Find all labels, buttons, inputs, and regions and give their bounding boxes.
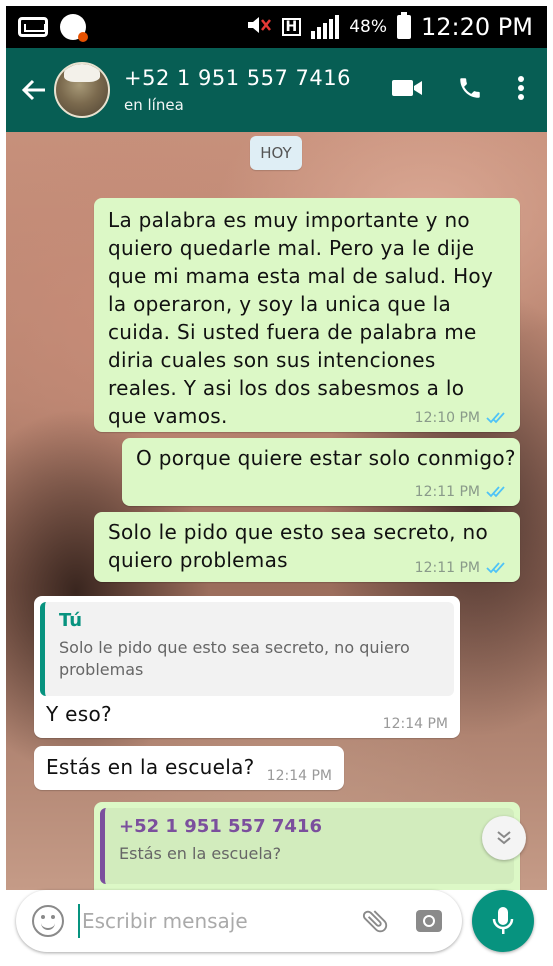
contact-status: en línea	[124, 96, 184, 114]
battery-percent: 48%	[349, 17, 388, 37]
message-text: O porque quiere estar solo conmigo?	[136, 446, 516, 470]
quote-text: Solo le pido que esto sea secreto, no qu…	[59, 638, 410, 679]
message-meta: 12:14 PM	[267, 768, 332, 784]
network-type: H	[281, 18, 302, 36]
quoted-message[interactable]: Tú Solo le pido que esto sea secreto, no…	[40, 602, 454, 696]
message-bubble-outgoing[interactable]: Solo le pido que esto sea secreto, no qu…	[94, 512, 520, 582]
signal-icon	[311, 15, 340, 39]
header-actions	[391, 75, 525, 105]
message-bubble-outgoing[interactable]: +52 1 951 557 7416 Estás en la escuela?	[94, 802, 520, 890]
video-call-icon[interactable]	[391, 78, 423, 102]
quote-author: +52 1 951 557 7416	[119, 816, 322, 837]
message-input-bar	[16, 890, 462, 952]
scroll-down-button[interactable]	[482, 816, 526, 860]
clock: 12:20 PM	[421, 13, 533, 41]
more-icon[interactable]	[517, 75, 525, 105]
mic-button[interactable]	[472, 890, 534, 952]
message-input[interactable]	[78, 904, 360, 938]
mute-icon	[246, 14, 272, 41]
message-time: 12:14 PM	[382, 716, 448, 732]
message-meta: 12:10 PM	[415, 410, 508, 426]
mic-icon	[492, 907, 514, 934]
read-ticks-icon	[486, 562, 505, 574]
quote-text: Estás en la escuela?	[119, 844, 282, 863]
read-ticks-icon	[486, 486, 505, 498]
contact-name: +52 1 951 557 7416	[124, 66, 351, 90]
message-text: Estás en la escuela?	[46, 755, 255, 779]
message-bubble-incoming[interactable]: Tú Solo le pido que esto sea secreto, no…	[34, 596, 460, 738]
status-right: H 48% 12:20 PM	[246, 12, 533, 41]
back-arrow-icon[interactable]	[14, 48, 54, 132]
message-time: 12:14 PM	[266, 768, 332, 784]
camera-icon[interactable]	[414, 906, 444, 936]
message-meta: 12:11 PM	[415, 560, 508, 576]
message-time: 12:11 PM	[414, 484, 480, 500]
quoted-message[interactable]: +52 1 951 557 7416 Estás en la escuela?	[100, 808, 514, 884]
emoji-icon[interactable]	[32, 905, 64, 937]
status-bar: H 48% 12:20 PM	[6, 6, 547, 48]
phone-icon[interactable]	[457, 75, 483, 105]
attach-icon[interactable]	[360, 906, 390, 936]
app-notification-icon	[60, 14, 88, 42]
voicemail-icon	[18, 17, 48, 37]
chat-header: +52 1 951 557 7416 en línea	[6, 48, 547, 132]
composer	[6, 890, 547, 960]
message-time: 12:11 PM	[414, 560, 480, 576]
battery-icon	[397, 12, 412, 39]
quote-author: Tú	[59, 610, 83, 631]
chat-area[interactable]: HOY La palabra es muy importante y no qu…	[6, 132, 547, 890]
message-text: La palabra es muy importante y no quiero…	[108, 208, 494, 428]
chevron-down-icon	[497, 831, 511, 845]
message-bubble-incoming[interactable]: Estás en la escuela? 12:14 PM	[34, 746, 344, 790]
status-left	[18, 14, 88, 42]
date-chip: HOY	[250, 136, 302, 170]
message-bubble-outgoing[interactable]: O porque quiere estar solo conmigo? 12:1…	[122, 438, 520, 506]
avatar[interactable]	[54, 62, 110, 118]
message-bubble-outgoing[interactable]: La palabra es muy importante y no quiero…	[94, 198, 520, 432]
message-text: Y eso?	[46, 702, 112, 726]
message-time: 12:10 PM	[414, 410, 480, 426]
message-meta: 12:11 PM	[415, 484, 508, 500]
message-meta: 12:14 PM	[383, 716, 448, 732]
contact-info[interactable]: +52 1 951 557 7416 en línea	[124, 66, 391, 114]
read-ticks-icon	[486, 412, 505, 424]
